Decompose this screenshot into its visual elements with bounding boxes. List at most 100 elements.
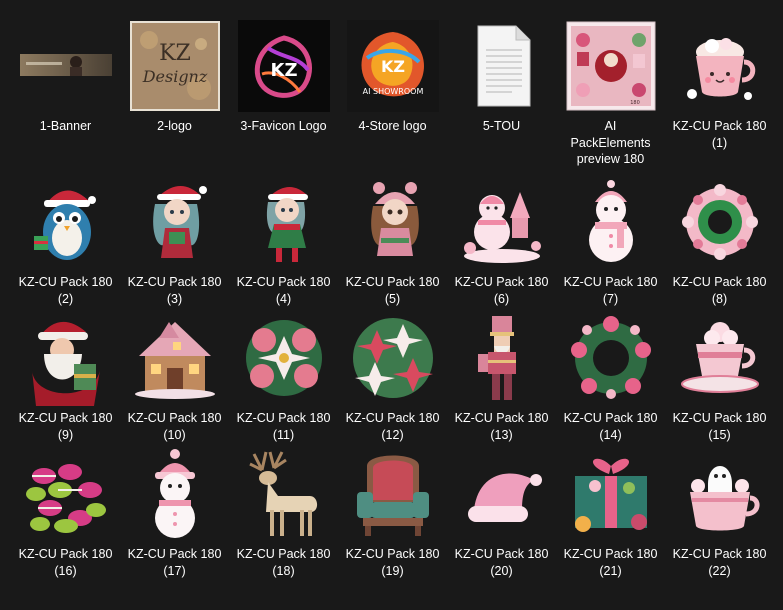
file-name: 3-Favicon Logo: [240, 119, 327, 133]
pack-preview-thumbnail-icon: 180: [565, 18, 657, 114]
file-name: KZ-CU Pack 180 (8): [672, 275, 767, 306]
file-tile[interactable]: KZ Designz 2-logo: [120, 18, 229, 174]
file-tile[interactable]: KZ-CU Pack 180 (17): [120, 446, 229, 602]
poinsettia-cluster-icon: [347, 310, 439, 406]
file-name: KZ-CU Pack 180 (20): [454, 547, 549, 578]
reindeer-icon: [238, 446, 330, 542]
pack-preview-thumbnail-icon: 180: [566, 21, 656, 111]
file-tile[interactable]: KZ-CU Pack 180 (15): [665, 310, 774, 466]
pink-snowman-icon: [589, 180, 633, 262]
girl-teal-hair-santa-icon: [129, 174, 221, 270]
poinsettia-bouquet-icon: [238, 310, 330, 406]
file-tile[interactable]: KZ-CU Pack 180 (10): [120, 310, 229, 466]
banner-thumbnail-icon: [20, 18, 112, 114]
text-document-icon: [477, 25, 531, 107]
file-tile[interactable]: KZ-CU Pack 180 (8): [665, 174, 774, 330]
file-name: KZ-CU Pack 180 (2): [18, 275, 113, 306]
file-grid: 1-Banner KZ Designz 2-logo KZ 3-Favicon …: [11, 18, 775, 582]
file-name: AI PackElements preview 180: [570, 119, 651, 166]
file-tile[interactable]: KZ-CU Pack 180 (7): [556, 174, 665, 330]
file-tile[interactable]: KZ-CU Pack 180 (2): [11, 174, 120, 330]
macarons-pile-icon: [26, 464, 106, 533]
girl-pink-bear-hat-icon: [347, 174, 439, 270]
file-name: KZ-CU Pack 180 (5): [345, 275, 440, 306]
kz-favicon-thumbnail-icon: KZ: [238, 20, 330, 112]
file-tile[interactable]: KZ-CU Pack 180 (16): [11, 446, 120, 602]
file-name: KZ-CU Pack 180 (16): [18, 547, 113, 578]
pink-cupcake-mug-icon: [687, 38, 756, 100]
file-tile[interactable]: 1-Banner: [11, 18, 120, 174]
macarons-pile-icon: [20, 446, 112, 542]
file-tile[interactable]: KZ-CU Pack 180 (9): [11, 310, 120, 466]
santa-claus-icon: [32, 321, 100, 406]
file-name: KZ-CU Pack 180 (9): [18, 411, 113, 442]
ornate-armchair-icon: [357, 455, 429, 536]
file-tile[interactable]: KZ AI SHOWROOM 4-Store logo: [338, 18, 447, 174]
poinsettia-cluster-icon: [353, 318, 433, 398]
file-name: KZ-CU Pack 180 (17): [127, 547, 222, 578]
pink-snowman-icon: [565, 174, 657, 270]
file-tile[interactable]: KZ-CU Pack 180 (21): [556, 446, 665, 602]
file-name: KZ-CU Pack 180 (14): [563, 411, 658, 442]
file-tile[interactable]: 5-TOU: [447, 18, 556, 174]
file-tile[interactable]: KZ-CU Pack 180 (3): [120, 174, 229, 330]
file-name: KZ-CU Pack 180 (19): [345, 547, 440, 578]
file-tile[interactable]: KZ-CU Pack 180 (1): [665, 18, 774, 174]
kz-store-logo-thumbnail-icon: KZ AI SHOWROOM: [347, 20, 439, 112]
ghost-pink-cup-icon: [674, 446, 766, 542]
text-document-icon: [456, 18, 548, 114]
pink-cupcake-mug-icon: [674, 18, 766, 114]
ornate-armchair-icon: [347, 446, 439, 542]
elf-girl-green-dress-icon: [266, 187, 308, 262]
file-tile[interactable]: KZ-CU Pack 180 (14): [556, 310, 665, 466]
file-name: KZ-CU Pack 180 (3): [127, 275, 222, 306]
gingerbread-house-icon: [135, 322, 215, 399]
pink-wreath-icon: [571, 316, 651, 399]
file-tile[interactable]: KZ-CU Pack 180 (4): [229, 174, 338, 330]
file-name: KZ-CU Pack 180 (22): [672, 547, 767, 578]
file-tile[interactable]: KZ-CU Pack 180 (5): [338, 174, 447, 330]
pink-wreath-icon: [565, 310, 657, 406]
svg-text:AI SHOWROOM: AI SHOWROOM: [363, 87, 424, 96]
pink-santa-hat-icon: [456, 446, 548, 542]
file-name: KZ-CU Pack 180 (12): [345, 411, 440, 442]
file-name: KZ-CU Pack 180 (4): [236, 275, 331, 306]
file-tile[interactable]: KZ-CU Pack 180 (18): [229, 446, 338, 602]
file-name: KZ-CU Pack 180 (10): [127, 411, 222, 442]
nutcracker-icon: [456, 310, 548, 406]
file-name: 5-TOU: [482, 119, 521, 133]
file-name: KZ-CU Pack 180 (15): [672, 411, 767, 442]
svg-text:180: 180: [630, 100, 640, 106]
kz-designz-logo-thumbnail-icon: KZ Designz: [129, 18, 221, 114]
file-tile[interactable]: KZ-CU Pack 180 (19): [338, 446, 447, 602]
file-name: 2-logo: [157, 119, 192, 133]
penguin-santa-hat-icon: [34, 190, 96, 260]
svg-text:Designz: Designz: [142, 67, 208, 86]
file-tile[interactable]: KZ 3-Favicon Logo: [229, 18, 338, 174]
elf-girl-green-dress-icon: [238, 174, 330, 270]
file-name: KZ-CU Pack 180 (18): [236, 547, 331, 578]
ornament-wreath-icon: [682, 184, 758, 260]
gingerbread-house-icon: [129, 310, 221, 406]
pink-santa-hat-icon: [468, 473, 542, 522]
file-tile[interactable]: KZ-CU Pack 180 (12): [338, 310, 447, 466]
pink-snowman-scene-icon: [456, 174, 548, 270]
gift-box-bow-icon: [565, 446, 657, 542]
ornament-wreath-icon: [674, 174, 766, 270]
poinsettia-bouquet-icon: [246, 320, 322, 396]
file-tile[interactable]: KZ-CU Pack 180 (13): [447, 310, 556, 466]
file-tile[interactable]: KZ-CU Pack 180 (20): [447, 446, 556, 602]
file-name: KZ-CU Pack 180 (6): [454, 275, 549, 306]
file-tile[interactable]: KZ-CU Pack 180 (22): [665, 446, 774, 602]
file-tile[interactable]: 180 AI PackElements preview 180: [556, 18, 665, 174]
banner-thumbnail-icon: [20, 54, 112, 76]
file-tile[interactable]: KZ-CU Pack 180 (6): [447, 174, 556, 330]
girl-teal-hair-santa-icon: [153, 186, 207, 258]
file-name: KZ-CU Pack 180 (21): [563, 547, 658, 578]
svg-text:KZ: KZ: [381, 57, 405, 76]
kz-designz-logo-thumbnail-icon: KZ Designz: [130, 21, 220, 111]
file-name: 1-Banner: [39, 119, 92, 133]
gift-box-bow-icon: [575, 458, 647, 532]
ghost-pink-cup-icon: [690, 466, 760, 531]
file-tile[interactable]: KZ-CU Pack 180 (11): [229, 310, 338, 466]
